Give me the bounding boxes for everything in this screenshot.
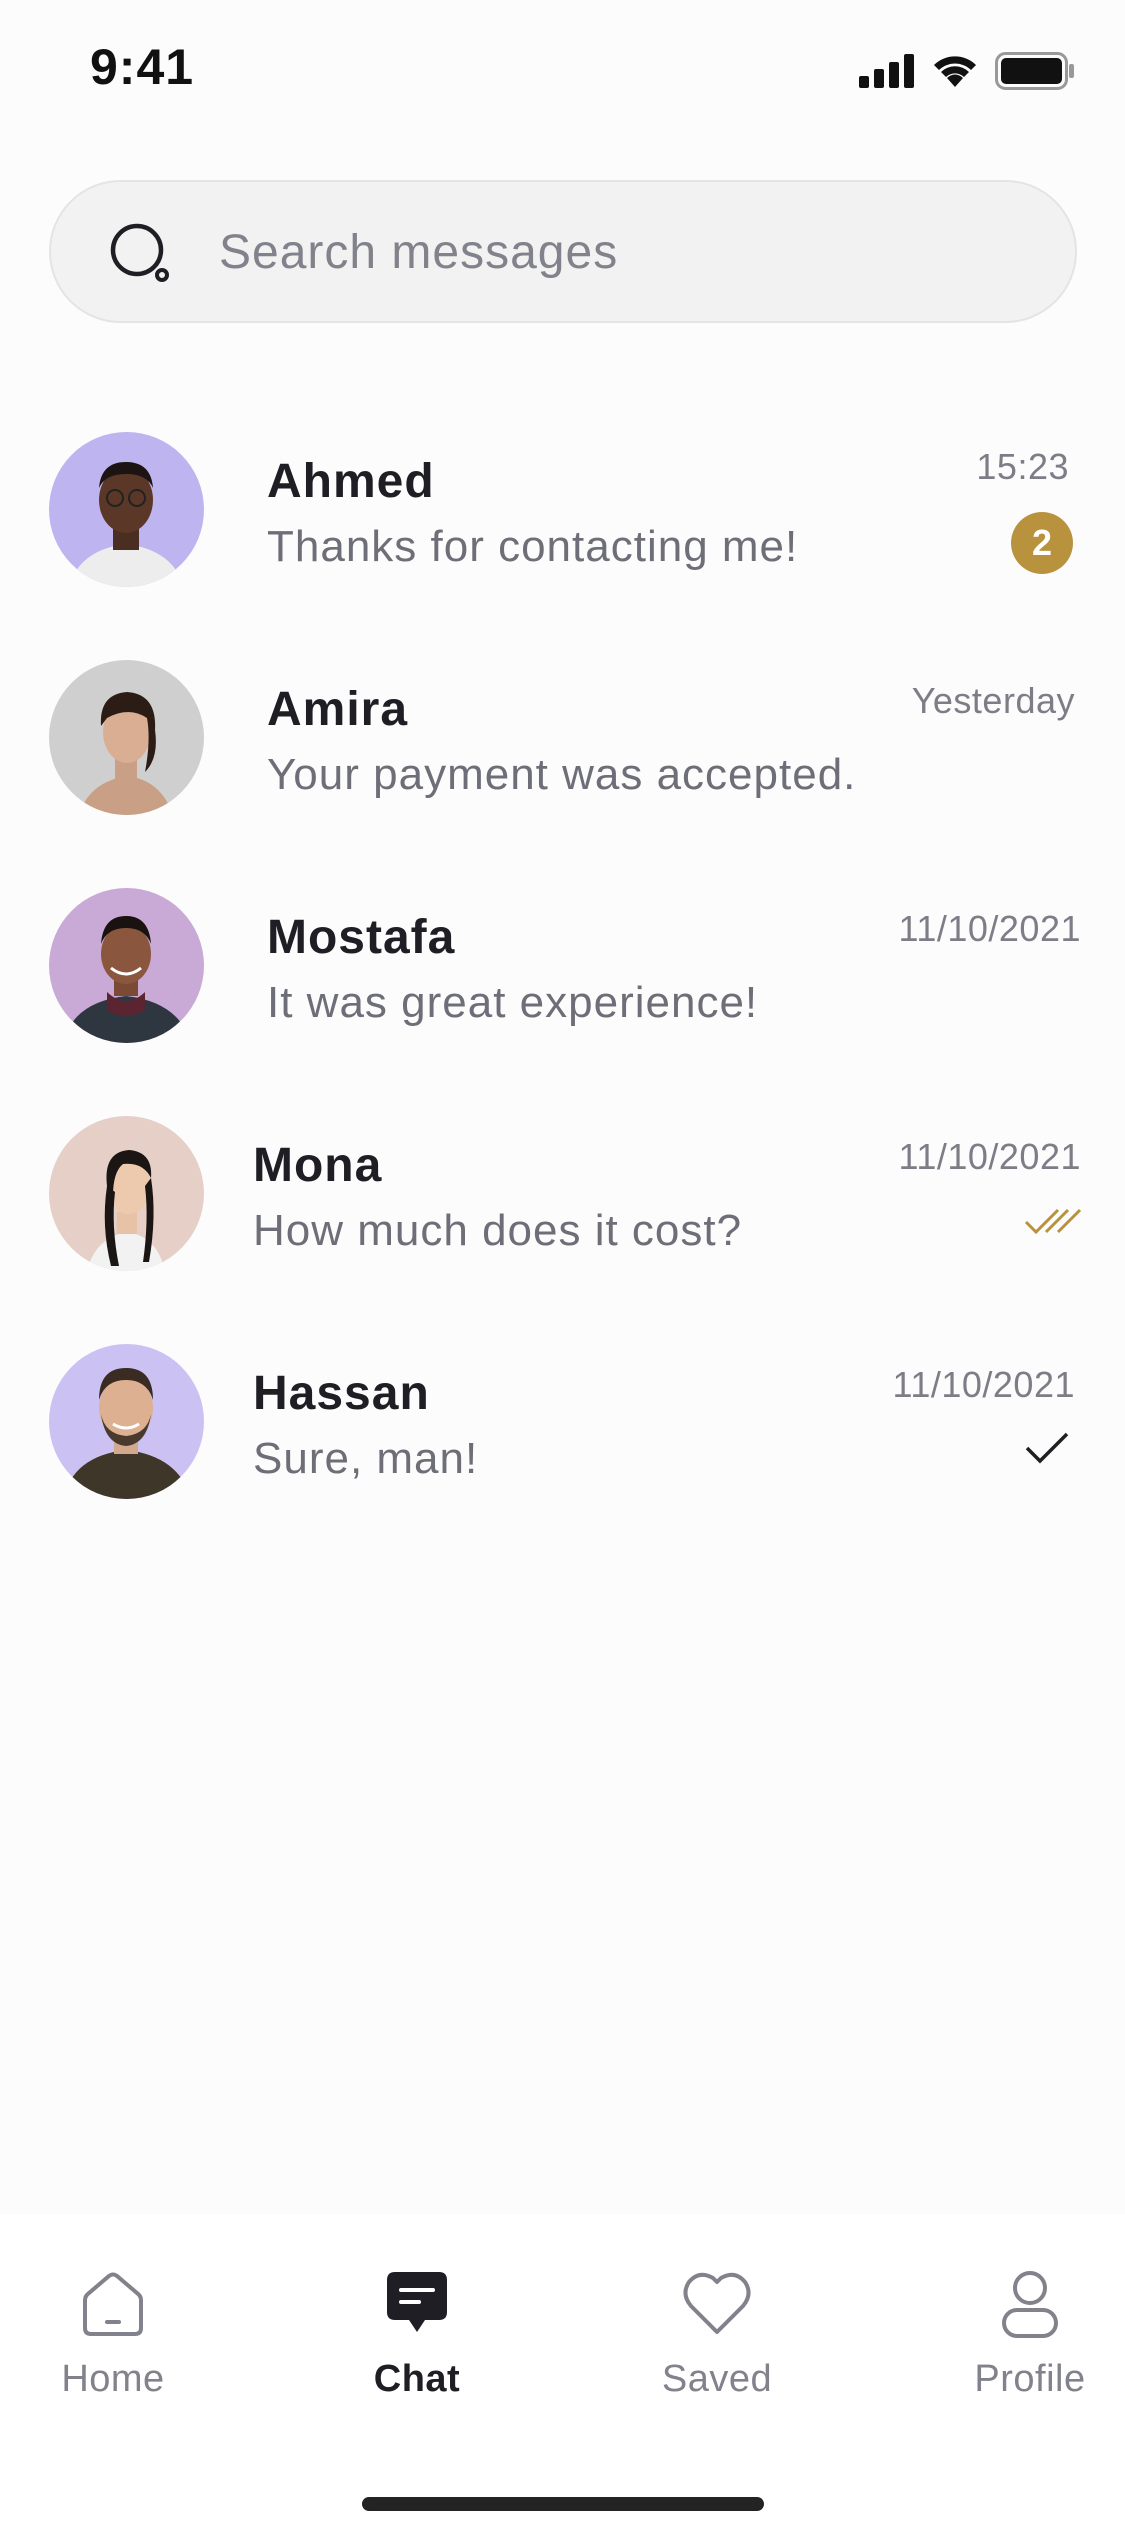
message-preview: Sure, man!: [253, 1434, 479, 1483]
contact-name: Mona: [253, 1139, 383, 1192]
status-bar: 9:41: [0, 0, 1125, 150]
read-double-check-icon: [1024, 1208, 1082, 1235]
bottom-nav: Home Chat Saved Profile: [0, 2214, 1125, 2538]
avatar: [49, 432, 204, 587]
message-preview: Your payment was accepted.: [267, 750, 857, 799]
conversation-item-hassan[interactable]: Hassan Sure, man! 11/10/2021: [0, 1344, 1125, 1572]
sent-check-icon: [1025, 1432, 1069, 1464]
conversation-item-mostafa[interactable]: Mostafa It was great experience! 11/10/2…: [0, 888, 1125, 1116]
message-time: Yesterday: [911, 680, 1075, 721]
message-time: 11/10/2021: [898, 908, 1081, 949]
battery-icon: [995, 52, 1074, 90]
contact-name: Amira: [267, 683, 409, 736]
home-indicator: [362, 2497, 764, 2511]
message-preview: How much does it cost?: [253, 1206, 743, 1255]
status-time: 9:41: [90, 39, 195, 95]
message-time: 15:23: [976, 446, 1069, 487]
nav-label: Profile: [974, 2358, 1086, 2400]
message-preview: It was great experience!: [267, 978, 759, 1027]
heart-icon: [683, 2272, 751, 2334]
avatar: [49, 660, 204, 815]
search-icon: [110, 223, 169, 282]
message-time: 11/10/2021: [892, 1364, 1075, 1405]
contact-name: Hassan: [253, 1367, 430, 1420]
chat-icon: [387, 2272, 447, 2332]
status-icons: [859, 52, 1075, 90]
wifi-icon: [934, 56, 976, 87]
message-time: 11/10/2021: [898, 1136, 1081, 1177]
signal-icon: [859, 54, 914, 88]
home-icon: [83, 2272, 143, 2336]
nav-label: Home: [61, 2358, 165, 2400]
nav-item-home[interactable]: Home: [3, 2266, 223, 2426]
avatar: [49, 1344, 204, 1499]
nav-label: Saved: [661, 2358, 773, 2400]
nav-label: Chat: [373, 2358, 461, 2400]
search-bar[interactable]: [49, 180, 1077, 323]
message-preview: Thanks for contacting me!: [267, 522, 799, 571]
nav-item-saved[interactable]: Saved: [607, 2266, 827, 2426]
conversation-item-mona[interactable]: Mona How much does it cost? 11/10/2021: [0, 1116, 1125, 1344]
search-input[interactable]: [219, 212, 1039, 292]
avatar: [49, 1116, 204, 1271]
conversation-item-amira[interactable]: Amira Your payment was accepted. Yesterd…: [0, 660, 1125, 888]
avatar: [49, 888, 204, 1043]
unread-count-badge: 2: [1011, 512, 1073, 574]
nav-item-chat[interactable]: Chat: [307, 2266, 527, 2426]
conversation-item-ahmed[interactable]: Ahmed Thanks for contacting me! 15:23 2: [0, 432, 1125, 660]
profile-icon: [1002, 2271, 1058, 2338]
contact-name: Mostafa: [267, 911, 456, 964]
nav-item-profile[interactable]: Profile: [920, 2266, 1125, 2426]
chat-screen: 9:41 Search messages Ahmed Thanks for co…: [0, 0, 1125, 2538]
contact-name: Ahmed: [267, 455, 435, 508]
